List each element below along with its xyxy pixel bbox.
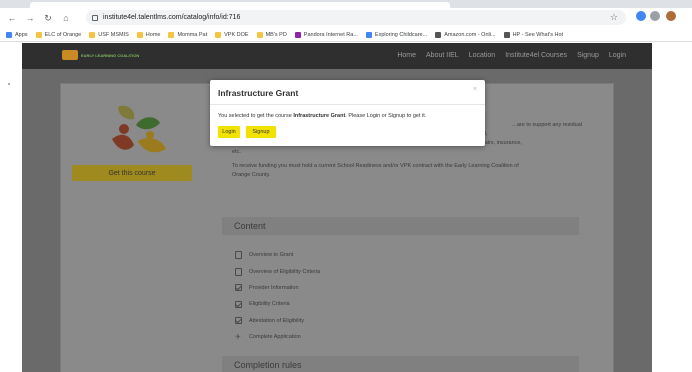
site-nav: Home About IIEL Location Institute4el Co… [387,52,626,59]
bookmark-label: Apps [15,31,28,38]
desc-line: etc. [232,149,241,155]
bookmark-item[interactable]: Home [136,31,161,38]
lock-icon [92,14,98,21]
get-this-course-button[interactable]: Get this course [72,165,192,181]
login-button[interactable]: Login [218,126,240,138]
modal-title: Infrastructure Grant [218,88,299,98]
bookmark-item[interactable]: Exploring Childcare... [365,31,428,38]
content-section-header: Content [222,217,579,235]
bookmark-folder-icon [365,31,372,38]
content-item-label: Overview to Grant [249,252,294,259]
content-item-label: Overview of Eligibility Criteria [249,268,321,275]
login-required-modal: Infrastructure Grant × You selected to g… [210,80,485,146]
bookmark-item[interactable]: Apps [6,31,28,38]
content-item-label: Complete Application [249,334,301,341]
browser-toolbar: ← → ↻ ⌂ institute4el.talentlms.com/catal… [0,8,692,28]
left-gutter [0,43,22,372]
bookmark-label: HP - See What's Hot [512,31,564,38]
bookmark-item[interactable]: Momma Pat [168,31,208,38]
bookmark-folder-icon [168,31,175,38]
modal-message: You selected to get the course Infrastru… [218,113,426,119]
profile-avatar[interactable] [666,11,676,21]
extension-icon[interactable] [650,11,660,21]
content-item-label: Provider Information [249,284,299,291]
content-list-item[interactable]: Eligibility Criteria [235,296,320,312]
bookmark-item[interactable]: VPK DOE [215,31,249,38]
tab-strip [0,0,692,8]
bookmark-folder-icon [35,31,42,38]
bookmark-item[interactable]: ELC of Orange [35,31,82,38]
apps-grid-icon [6,31,12,38]
bookmark-folder-icon [294,31,301,38]
bookmark-label: Amazon.com - Onli... [444,31,496,38]
bookmark-label: Pandora Internet Ra... [303,31,358,38]
stray-dot [8,83,10,85]
bookmark-label: ELC of Orange [44,31,82,38]
bookmark-item[interactable]: HP - See What's Hot [503,31,564,38]
content-list-item[interactable]: Overview of Eligibility Criteria [235,263,320,279]
modal-message-course: Infrastructure Grant [293,113,346,119]
nav-location[interactable]: Location [469,52,495,59]
url-text: institute4el.talentlms.com/catalog/info/… [103,14,241,21]
nav-signup[interactable]: Signup [577,52,599,59]
bookmark-label: Momma Pat [177,31,208,38]
site-header: EARLY LEARNING COALITION Home About IIEL… [22,43,652,69]
bookmark-item[interactable]: Pandora Internet Ra... [294,31,358,38]
signup-button[interactable]: Signup [246,126,276,138]
bookmark-item[interactable]: Amazon.com - Onli... [435,31,496,38]
bookmark-label: Home [145,31,161,38]
rocket-icon: ✈ [235,334,241,342]
close-icon[interactable]: × [473,86,477,93]
bookmark-folder-icon [503,31,510,38]
bookmark-item[interactable]: USF MSMIS [89,31,129,38]
content-list: Overview to Grant Overview of Eligibility… [235,247,320,345]
bookmark-item[interactable]: MB's PD [256,31,287,38]
forward-icon[interactable]: → [24,12,36,24]
modal-message-prefix: You selected to get the course [218,113,294,119]
bookmark-folder-icon [435,31,442,38]
content-list-item[interactable]: Overview to Grant [235,247,320,263]
bookmark-label: VPK DOE [224,31,249,38]
modal-message-suffix: . Please Login or Signup to get it. [345,113,427,119]
bookmark-label: USF MSMIS [98,31,129,38]
document-icon [235,251,242,260]
desc-line: Orange County. [232,172,271,178]
course-logo-icon [112,105,166,153]
home-icon[interactable]: ⌂ [60,12,72,24]
brand-text: EARLY LEARNING COALITION [81,52,140,58]
checkbox-icon [235,317,242,325]
bookmarks-bar: Apps ELC of Orange USF MSMIS Home Momma Pat V… [0,28,692,42]
back-icon[interactable]: ← [6,12,18,24]
content-list-item[interactable]: Attestation of Eligibility [235,313,320,329]
nav-login[interactable]: Login [609,52,626,59]
nav-courses[interactable]: Institute4el Courses [505,52,567,59]
nav-about[interactable]: About IIEL [426,52,459,59]
bookmark-folder-icon [256,31,263,38]
desc-line: To receive funding you must hold a curre… [232,163,519,169]
extension-icon[interactable] [636,11,646,21]
content-list-item[interactable]: Provider Information [235,280,320,296]
bookmark-folder-icon [215,31,222,38]
brand-logo[interactable]: EARLY LEARNING COALITION [62,50,139,60]
bookmark-label: Exploring Childcare... [374,31,428,38]
content-item-label: Attestation of Eligibility [249,317,305,324]
content-list-item[interactable]: ✈ Complete Application [235,329,320,345]
bookmark-star-icon[interactable]: ☆ [610,12,618,23]
bookmark-folder-icon [136,31,143,38]
nav-home[interactable]: Home [397,52,416,59]
checkbox-icon [235,300,242,308]
completion-rules-header: Completion rules [222,356,579,372]
brand-mark-icon [62,50,78,60]
address-bar[interactable]: institute4el.talentlms.com/catalog/info/… [86,10,626,25]
reload-icon[interactable]: ↻ [42,12,54,24]
document-icon [235,267,242,276]
content-item-label: Eligibility Criteria [249,301,290,308]
checkbox-icon [235,284,242,292]
modal-divider [210,104,485,105]
bookmark-label: MB's PD [265,31,287,38]
bookmark-folder-icon [89,31,96,38]
